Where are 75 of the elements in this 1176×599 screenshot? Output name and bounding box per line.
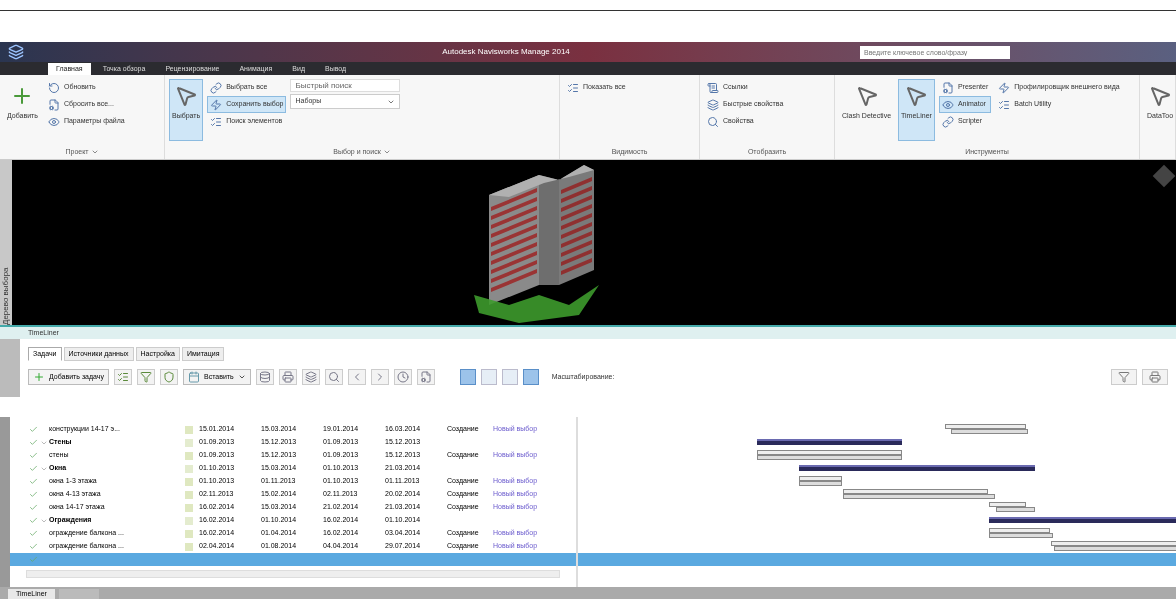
tool-icon [139,371,152,383]
toolbar-button[interactable] [255,369,274,385]
tool-icon [419,371,432,383]
caret-icon [382,148,391,156]
app-logo-icon [8,44,24,60]
toolbar-button[interactable] [416,369,435,385]
add-icon [33,371,45,383]
side-tab[interactable]: Дерево выбора [0,160,12,325]
tool-icon [47,98,60,111]
tool-icon [47,81,60,94]
tool-icon [707,115,719,128]
tool-icon [210,81,223,94]
tool-icon [941,98,954,111]
calendar-icon [187,371,200,383]
view-toggle-button[interactable] [480,369,497,385]
actual-bar [996,507,1035,512]
tool-icon [998,98,1011,111]
tool-icon [116,371,129,383]
export-button[interactable] [1142,369,1168,385]
cursor-icon [1148,84,1173,108]
toolbar-button[interactable] [324,369,343,385]
tool-icon [162,371,175,383]
tool-icon [210,115,223,128]
tool-icon [707,81,719,94]
checkbox[interactable] [28,554,39,565]
view-toggle-button[interactable] [459,369,476,385]
actual-bar [798,481,842,486]
checkbox[interactable] [28,489,39,500]
tool-icon [998,81,1011,94]
planned-bar [989,502,1027,507]
checkbox[interactable] [28,476,39,487]
tool-icon [258,371,271,383]
tool-icon [941,115,954,128]
checkbox[interactable] [28,528,39,539]
cursor-icon [174,84,199,108]
tool-icon [47,115,60,128]
checkbox[interactable] [28,450,39,461]
tool-icon [304,371,317,383]
tool-icon [210,98,223,111]
quick-search-field[interactable]: Быстрый поиск [290,79,401,92]
toolbar-button[interactable] [136,369,155,385]
tool-icon [327,371,340,383]
filter-icon [1118,371,1130,383]
checkbox[interactable] [28,515,39,526]
view-toggle-button[interactable] [501,369,518,385]
tool-icon [567,81,579,94]
checkbox[interactable] [28,502,39,513]
actual-bar [989,533,1053,538]
horizontal-scrollbar[interactable] [26,570,560,578]
caret-icon [90,148,99,156]
toolbar-button[interactable] [393,369,412,385]
planned-bar [989,528,1050,533]
window-title: Autodesk Navisworks Manage 2014 [441,46,571,58]
cursor-icon [904,84,929,108]
view-toggle-button[interactable] [522,369,539,385]
toolbar-button[interactable] [113,369,132,385]
tool-icon [281,371,294,383]
toolbar-button[interactable] [159,369,178,385]
checkbox[interactable] [28,541,39,552]
table-row[interactable] [10,553,576,566]
tool-icon [396,371,409,383]
caret-icon [237,373,246,381]
toolbar-button[interactable] [370,369,389,385]
toolbar-button[interactable] [301,369,320,385]
printer-icon [1149,371,1161,383]
tool-icon [707,98,719,111]
3d-viewport[interactable] [12,160,1176,325]
checkbox[interactable] [28,437,39,448]
toolbar-button[interactable] [347,369,366,385]
filter-button[interactable] [1111,369,1137,385]
tool-icon [941,81,954,94]
toolbar-button[interactable] [278,369,297,385]
checkbox[interactable] [28,424,39,435]
checkbox[interactable] [28,463,39,474]
planned-bar [798,476,842,481]
